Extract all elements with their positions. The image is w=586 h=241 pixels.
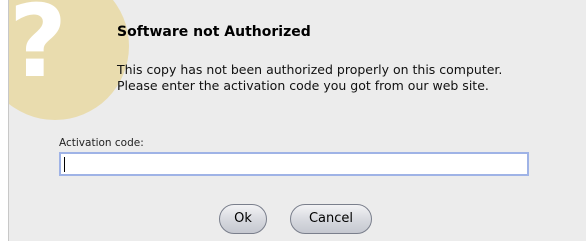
text-caret: [64, 157, 65, 172]
question-mark-icon: ?: [8, 0, 129, 120]
question-mark-glyph: ?: [8, 0, 67, 100]
dialog-title: Software not Authorized: [117, 24, 311, 40]
activation-code-input[interactable]: [59, 152, 529, 176]
activation-code-label: Activation code:: [59, 137, 144, 149]
message-line-1: This copy has not been authorized proper…: [117, 62, 503, 77]
ok-button[interactable]: Ok: [219, 204, 267, 234]
dialog-message: This copy has not been authorized proper…: [117, 62, 577, 94]
cancel-button[interactable]: Cancel: [290, 204, 372, 234]
message-line-2: Please enter the activation code you got…: [117, 78, 489, 93]
